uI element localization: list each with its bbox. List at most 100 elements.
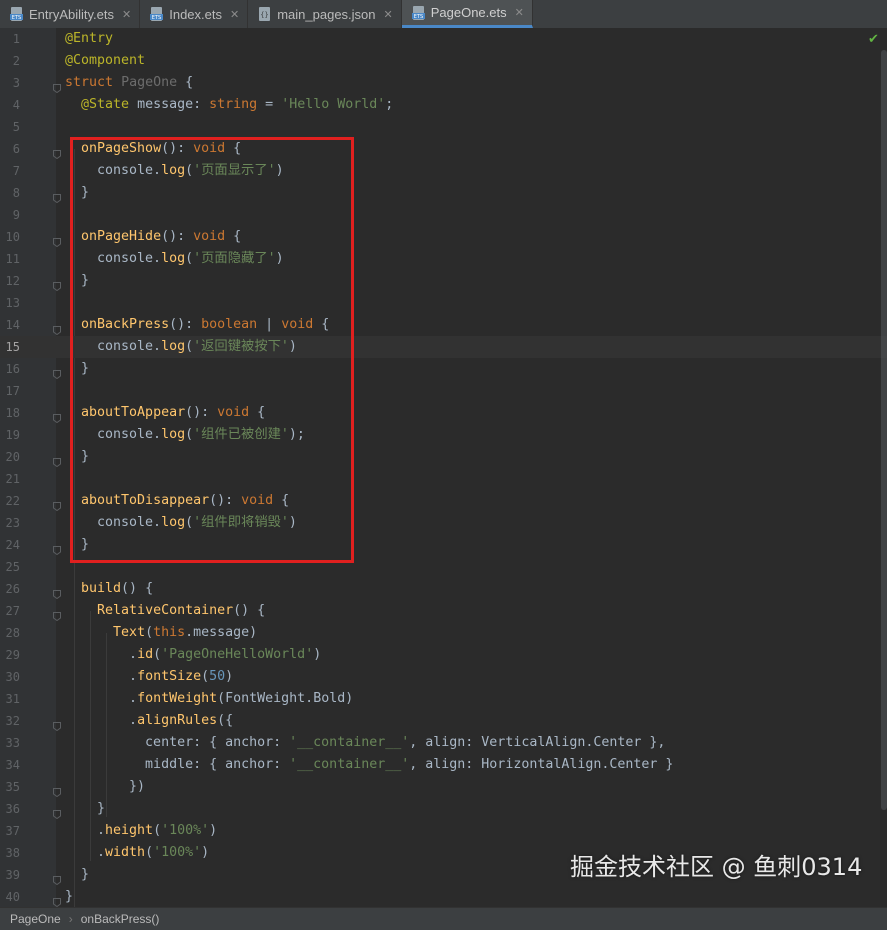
- code-text[interactable]: middle: { anchor: '__container__', align…: [65, 754, 673, 776]
- code-text[interactable]: center: { anchor: '__container__', align…: [65, 732, 665, 754]
- fold-marker-icon[interactable]: [53, 276, 61, 292]
- fold-marker-icon[interactable]: [53, 716, 61, 732]
- code-line[interactable]: 27 RelativeContainer() {: [0, 600, 887, 622]
- breadcrumb-item-method[interactable]: onBackPress(): [81, 912, 160, 926]
- fold-marker-icon[interactable]: [53, 782, 61, 798]
- fold-marker-icon[interactable]: [53, 408, 61, 424]
- code-text[interactable]: }: [65, 798, 105, 820]
- line-number: 38: [5, 846, 20, 860]
- breadcrumb-item-struct[interactable]: PageOne: [10, 912, 61, 926]
- vertical-scrollbar[interactable]: [881, 50, 887, 810]
- code-text[interactable]: @Component: [65, 50, 145, 72]
- line-number: 12: [5, 274, 20, 288]
- close-icon[interactable]: ✕: [384, 8, 393, 21]
- code-text[interactable]: .width('100%'): [65, 842, 209, 864]
- line-number: 36: [5, 802, 20, 816]
- code-editor[interactable]: 1 @Entry 2 @Component 3 struct PageOne {4 @St…: [0, 28, 887, 919]
- fold-marker-icon[interactable]: [53, 804, 61, 820]
- line-number: 32: [5, 714, 20, 728]
- tab-label: PageOne.ets: [430, 5, 507, 20]
- tab-label: Index.ets: [169, 6, 222, 22]
- line-number: 35: [5, 780, 20, 794]
- editor-tab-bar: ETS EntryAbility.ets ✕ ETS Index.ets ✕ {…: [0, 0, 887, 29]
- line-number: 31: [5, 692, 20, 706]
- code-text[interactable]: .fontSize(50): [65, 666, 233, 688]
- fold-marker-icon[interactable]: [53, 364, 61, 380]
- code-text[interactable]: @State message: string = 'Hello World';: [65, 94, 393, 116]
- tab-entryability[interactable]: ETS EntryAbility.ets ✕: [0, 0, 141, 28]
- code-line[interactable]: 36 }: [0, 798, 887, 820]
- line-number: 3: [12, 76, 20, 90]
- line-number: 33: [5, 736, 20, 750]
- code-line[interactable]: 5: [0, 116, 887, 138]
- code-line[interactable]: 40}: [0, 886, 887, 908]
- tab-pageone[interactable]: ETS PageOne.ets ✕: [401, 0, 533, 28]
- code-line[interactable]: 28 Text(this.message): [0, 622, 887, 644]
- line-number: 14: [5, 318, 20, 332]
- code-text[interactable]: build() {: [65, 578, 153, 600]
- line-number: 26: [5, 582, 20, 596]
- code-line[interactable]: 3 struct PageOne {: [0, 72, 887, 94]
- line-number: 7: [12, 164, 20, 178]
- line-number: 1: [12, 32, 20, 46]
- tab-label: EntryAbility.ets: [29, 6, 115, 22]
- code-line[interactable]: 35 }): [0, 776, 887, 798]
- code-text[interactable]: .alignRules({: [65, 710, 233, 732]
- code-line[interactable]: 26 build() {: [0, 578, 887, 600]
- fold-marker-icon[interactable]: [53, 452, 61, 468]
- line-number: 10: [5, 230, 20, 244]
- ets-file-icon: ETS: [10, 7, 23, 21]
- code-line[interactable]: 32 .alignRules({: [0, 710, 887, 732]
- fold-marker-icon[interactable]: [53, 606, 61, 622]
- code-text[interactable]: RelativeContainer() {: [65, 600, 265, 622]
- code-line[interactable]: 33 center: { anchor: '__container__', al…: [0, 732, 887, 754]
- line-number: 6: [12, 142, 20, 156]
- fold-marker-icon[interactable]: [53, 320, 61, 336]
- fold-marker-icon[interactable]: [53, 540, 61, 556]
- close-icon[interactable]: ✕: [122, 8, 131, 21]
- fold-marker-icon[interactable]: [53, 584, 61, 600]
- code-text[interactable]: }: [65, 886, 73, 908]
- code-line[interactable]: 4 @State message: string = 'Hello World'…: [0, 94, 887, 116]
- fold-marker-icon[interactable]: [53, 232, 61, 248]
- code-text[interactable]: struct PageOne {: [65, 72, 193, 94]
- tab-label: main_pages.json: [277, 6, 376, 22]
- code-line[interactable]: 31 .fontWeight(FontWeight.Bold): [0, 688, 887, 710]
- line-number: 22: [5, 494, 20, 508]
- code-line[interactable]: 30 .fontSize(50): [0, 666, 887, 688]
- code-text[interactable]: @Entry: [65, 28, 113, 50]
- line-number: 13: [5, 296, 20, 310]
- code-line[interactable]: 1 @Entry: [0, 28, 887, 50]
- line-number: 27: [5, 604, 20, 618]
- fold-marker-icon[interactable]: [53, 892, 61, 908]
- fold-marker-icon[interactable]: [53, 496, 61, 512]
- line-number: 9: [12, 208, 20, 222]
- code-text[interactable]: }: [65, 864, 89, 886]
- code-line[interactable]: 29 .id('PageOneHelloWorld'): [0, 644, 887, 666]
- line-number: 19: [5, 428, 20, 442]
- code-line[interactable]: 37 .height('100%'): [0, 820, 887, 842]
- breadcrumb: PageOne › onBackPress(): [0, 907, 887, 930]
- close-icon[interactable]: ✕: [515, 6, 524, 19]
- svg-text:ETS: ETS: [414, 14, 423, 20]
- code-text[interactable]: }): [65, 776, 145, 798]
- tab-index[interactable]: ETS Index.ets ✕: [140, 0, 249, 28]
- fold-marker-icon[interactable]: [53, 870, 61, 886]
- close-icon[interactable]: ✕: [230, 8, 239, 21]
- line-number: 34: [5, 758, 20, 772]
- code-line[interactable]: 34 middle: { anchor: '__container__', al…: [0, 754, 887, 776]
- line-number: 5: [12, 120, 20, 134]
- fold-marker-icon[interactable]: [53, 78, 61, 94]
- svg-text:ETS: ETS: [152, 15, 161, 21]
- code-text[interactable]: Text(this.message): [65, 622, 257, 644]
- tab-main-pages[interactable]: {} main_pages.json ✕: [248, 0, 402, 28]
- line-number: 15: [5, 340, 20, 354]
- code-text[interactable]: .fontWeight(FontWeight.Bold): [65, 688, 353, 710]
- fold-marker-icon[interactable]: [53, 144, 61, 160]
- check-icon[interactable]: ✔: [868, 32, 879, 47]
- watermark: 掘金技术社区 @ 鱼刺0314: [570, 853, 863, 881]
- code-text[interactable]: .height('100%'): [65, 820, 217, 842]
- fold-marker-icon[interactable]: [53, 188, 61, 204]
- code-text[interactable]: .id('PageOneHelloWorld'): [65, 644, 321, 666]
- code-line[interactable]: 2 @Component: [0, 50, 887, 72]
